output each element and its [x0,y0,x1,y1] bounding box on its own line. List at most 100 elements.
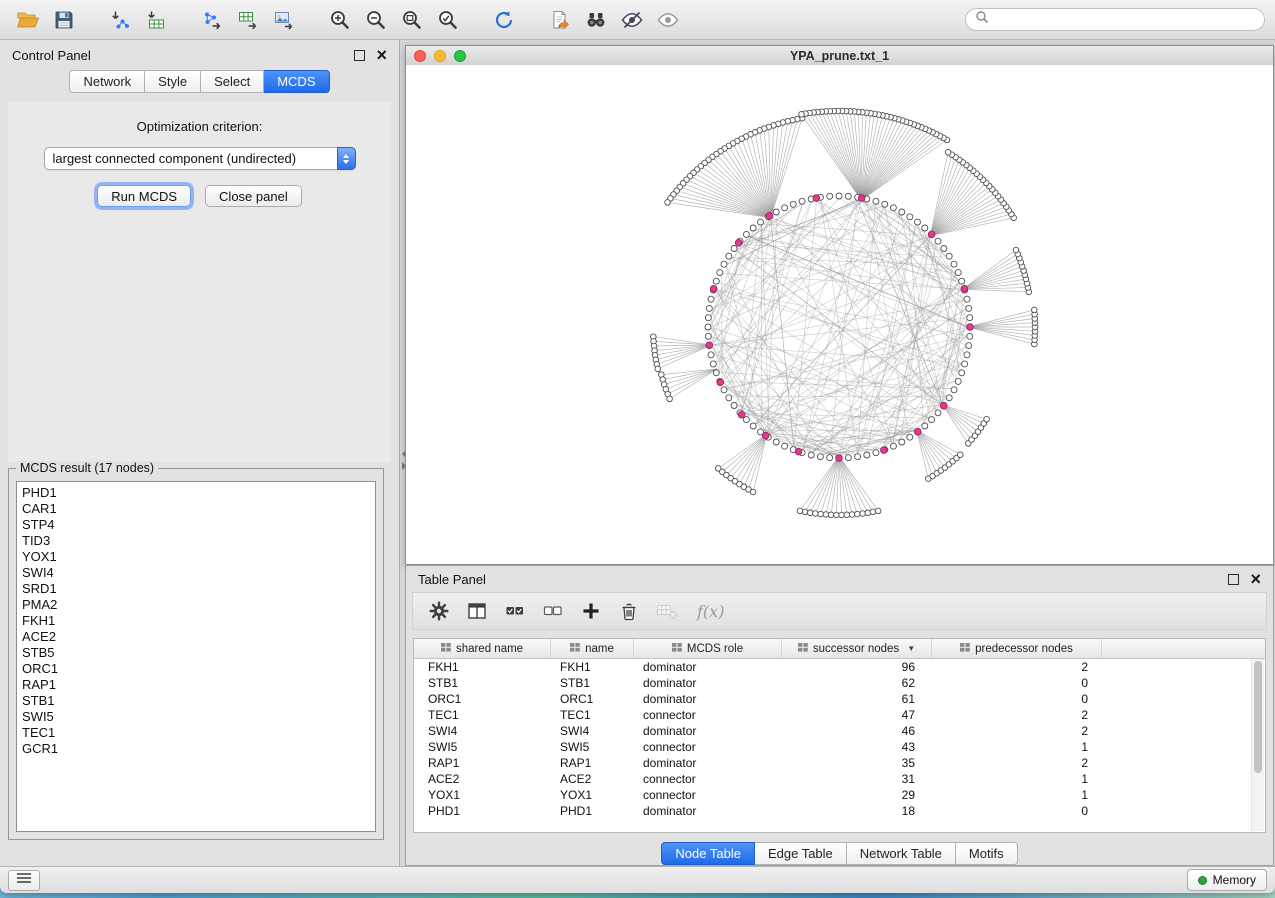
network-node[interactable] [758,219,764,225]
network-node[interactable] [797,508,803,514]
export-table-button[interactable] [230,4,266,36]
close-panel-button[interactable]: Close panel [205,185,302,207]
table-row[interactable]: STB1STB1dominator620 [414,675,1265,691]
network-node[interactable] [708,352,714,358]
mcds-result-item[interactable]: STB5 [22,645,375,661]
import-table-button[interactable] [138,4,174,36]
network-node[interactable] [731,403,737,409]
dominator-node[interactable] [915,428,922,435]
network-node[interactable] [802,509,808,515]
network-node[interactable] [1013,247,1019,253]
network-node[interactable] [817,454,823,460]
network-node[interactable] [907,434,913,440]
dominator-node[interactable] [961,285,968,292]
mcds-result-item[interactable]: TEC1 [22,725,375,741]
network-node[interactable] [773,209,779,215]
network-node[interactable] [865,510,871,516]
network-node[interactable] [827,193,833,199]
mcds-result-item[interactable]: STB1 [22,693,375,709]
import-network-button[interactable] [102,4,138,36]
mcds-result-item[interactable]: RAP1 [22,677,375,693]
mcds-result-item[interactable]: STP4 [22,517,375,533]
network-node[interactable] [935,238,941,244]
network-node[interactable] [827,455,833,461]
mcds-result-item[interactable]: PHD1 [22,485,375,501]
dominator-node[interactable] [940,403,947,410]
network-node[interactable] [750,225,756,231]
mcds-result-item[interactable]: CAR1 [22,501,375,517]
network-node[interactable] [655,366,661,372]
network-node[interactable] [946,395,952,401]
network-node[interactable] [705,324,711,330]
network-node[interactable] [836,193,842,199]
column-header-successor_nodes[interactable]: successor nodes▼ [782,639,932,658]
settings-gear-button[interactable] [421,595,457,627]
network-node[interactable] [890,205,896,211]
network-node[interactable] [743,231,749,237]
show-panels-button[interactable] [650,4,686,36]
network-node[interactable] [849,512,855,518]
dominator-node[interactable] [881,447,888,454]
refresh-button[interactable] [486,4,522,36]
maximize-window-button[interactable] [454,50,466,62]
network-node[interactable] [967,315,973,321]
network-node[interactable] [813,511,819,517]
close-table-panel-icon[interactable]: × [1250,573,1261,585]
network-node[interactable] [915,219,921,225]
delete-table-button[interactable] [649,595,685,627]
network-node[interactable] [855,454,861,460]
network-node[interactable] [845,455,851,461]
dominator-node[interactable] [836,455,843,462]
dominator-node[interactable] [858,195,865,202]
search-box[interactable] [965,8,1265,31]
tab-select[interactable]: Select [201,70,264,93]
network-node[interactable] [799,198,805,204]
zoom-in-button[interactable] [322,4,358,36]
network-node[interactable] [750,489,756,495]
criterion-dropdown[interactable]: largest connected component (undirected) [44,147,356,170]
network-node[interactable] [962,361,968,367]
table-scrollbar[interactable] [1251,659,1264,831]
network-node[interactable] [967,333,973,339]
ui-settings-button[interactable] [8,870,40,891]
tab-network-table[interactable]: Network Table [847,842,956,865]
tab-network[interactable]: Network [69,70,145,93]
network-node[interactable] [667,396,673,402]
table-row[interactable]: ORC1ORC1dominator610 [414,691,1265,707]
dominator-node[interactable] [967,324,974,331]
scrollbar-thumb[interactable] [1254,661,1262,773]
mcds-result-item[interactable]: PMA2 [22,597,375,613]
network-node[interactable] [955,270,961,276]
column-header-shared_name[interactable]: shared name [414,639,551,658]
network-node[interactable] [882,201,888,207]
network-node[interactable] [844,512,850,518]
network-node[interactable] [828,512,834,518]
network-node[interactable] [743,417,749,423]
hide-panels-button[interactable] [614,4,650,36]
network-node[interactable] [957,452,963,458]
memory-button[interactable]: Memory [1187,869,1267,891]
mcds-result-item[interactable]: TID3 [22,533,375,549]
network-node[interactable] [839,512,845,518]
network-node[interactable] [864,452,870,458]
network-node[interactable] [845,193,851,199]
dominator-node[interactable] [762,432,769,439]
network-node[interactable] [713,370,719,376]
network-node[interactable] [855,511,861,517]
dominator-node[interactable] [717,379,724,386]
export-image-button[interactable] [266,4,302,36]
network-node[interactable] [890,443,896,449]
network-node[interactable] [959,278,965,284]
table-row[interactable]: RAP1RAP1dominator352 [414,755,1265,771]
run-mcds-button[interactable]: Run MCDS [97,185,191,207]
network-node[interactable] [984,416,990,422]
network-node[interactable] [799,112,805,118]
dominator-node[interactable] [795,448,802,455]
search-input[interactable] [995,12,1255,28]
zoom-out-button[interactable] [358,4,394,36]
network-node[interactable] [773,439,779,445]
network-node[interactable] [899,439,905,445]
column-header-predecessor_nodes[interactable]: predecessor nodes [932,639,1102,658]
network-node[interactable] [708,296,714,302]
add-row-button[interactable] [573,595,609,627]
